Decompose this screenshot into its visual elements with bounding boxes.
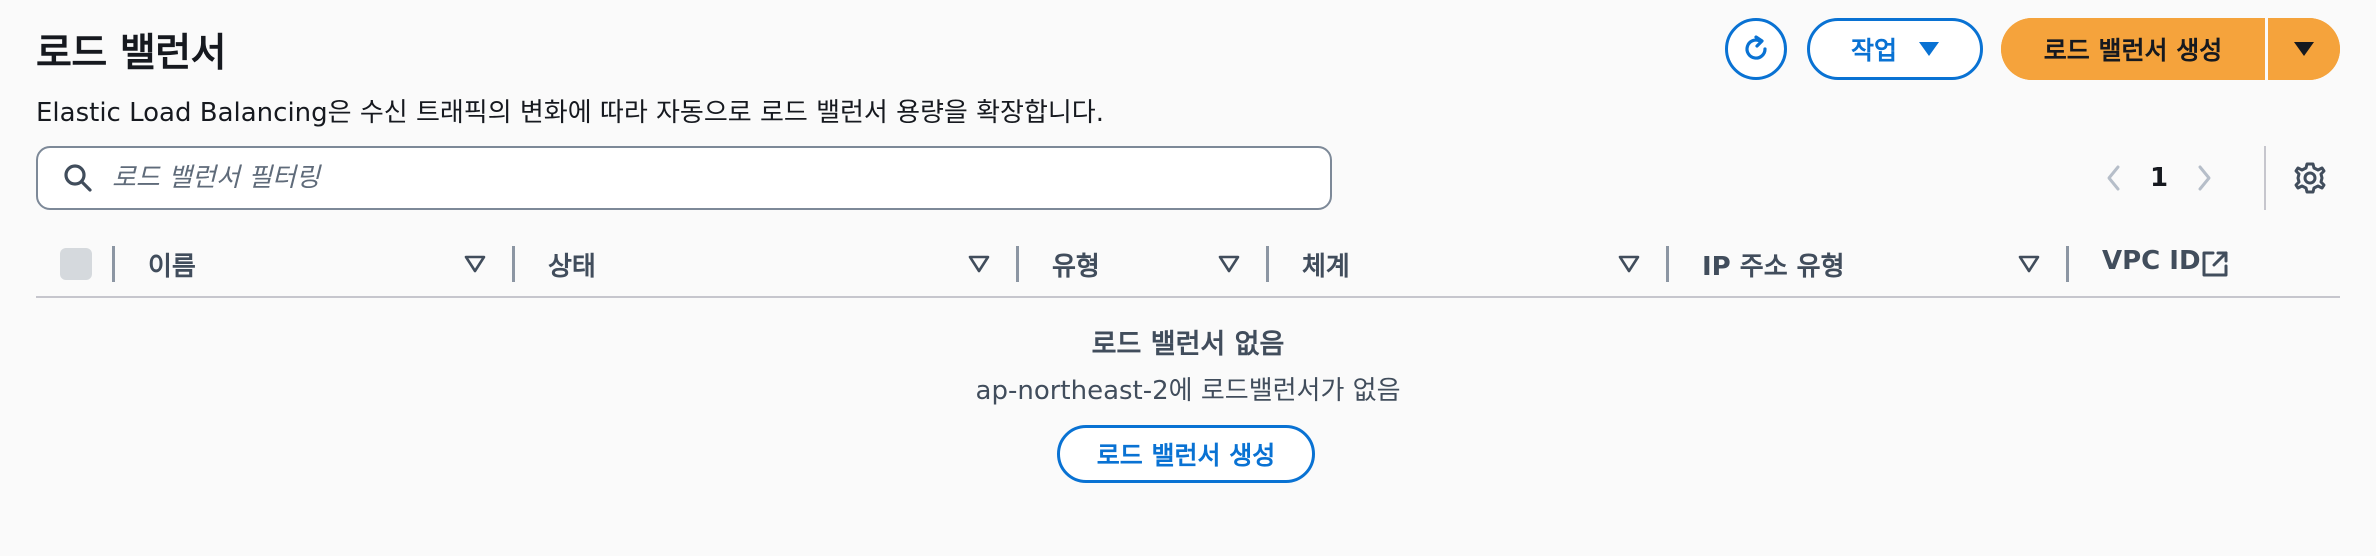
sort-caret-icon[interactable]: [1218, 254, 1240, 274]
create-split-button: 로드 밸런서 생성: [2001, 18, 2340, 80]
next-page-button[interactable]: [2184, 150, 2224, 206]
create-load-balancer-label: 로드 밸런서 생성: [2043, 36, 2223, 65]
chevron-left-icon: [2107, 165, 2120, 191]
chevron-down-icon: [1919, 42, 1939, 56]
empty-state-create-label: 로드 밸런서 생성: [1096, 441, 1276, 470]
column-divider[interactable]: [1016, 246, 1019, 282]
filter-input[interactable]: [110, 162, 1294, 194]
select-all-checkbox[interactable]: [60, 248, 92, 280]
page-title: 로드 밸런서: [36, 31, 226, 76]
header-actions: 작업 로드 밸런서 생성: [1725, 18, 2340, 80]
empty-state-create-button[interactable]: 로드 밸런서 생성: [1057, 425, 1315, 483]
sort-caret-icon[interactable]: [968, 254, 990, 274]
chevron-right-icon: [2198, 165, 2211, 191]
column-divider[interactable]: [2066, 246, 2069, 282]
column-header-scheme[interactable]: 체계: [1302, 246, 1350, 283]
column-header-state[interactable]: 상태: [548, 246, 596, 283]
create-dropdown-toggle[interactable]: [2268, 18, 2340, 80]
external-link-icon[interactable]: [2200, 249, 2230, 279]
gear-icon: [2294, 162, 2326, 194]
column-divider: [112, 246, 115, 282]
empty-state-message: ap-northeast-2에 로드밸런서가 없음: [975, 376, 1401, 406]
sort-caret-icon[interactable]: [1618, 254, 1640, 274]
search-icon: [60, 160, 96, 196]
actions-dropdown-button[interactable]: 작업: [1807, 18, 1983, 80]
actions-label: 작업: [1850, 36, 1897, 65]
create-load-balancer-button[interactable]: 로드 밸런서 생성: [2001, 18, 2265, 80]
caret-down-icon: [2294, 42, 2314, 56]
column-header-name[interactable]: 이름: [148, 246, 196, 283]
sort-caret-icon[interactable]: [464, 254, 486, 274]
pagination-divider: [2264, 146, 2266, 210]
table-header: 이름 상태 유형 체계 IP 주소 유형 VPC ID: [36, 234, 2340, 298]
refresh-button[interactable]: [1725, 18, 1787, 80]
load-balancers-page: 로드 밸런서 Elastic Load Balancing은 수신 트래픽의 변…: [0, 0, 2376, 556]
preferences-button[interactable]: [2290, 158, 2330, 198]
column-divider[interactable]: [512, 246, 515, 282]
current-page-number[interactable]: 1: [2134, 163, 2184, 193]
column-divider[interactable]: [1666, 246, 1669, 282]
refresh-icon: [1745, 35, 1767, 60]
sort-caret-icon[interactable]: [2018, 254, 2040, 274]
column-header-ip-address-type[interactable]: IP 주소 유형: [1702, 246, 1845, 283]
column-header-vpc-id[interactable]: VPC ID: [2102, 246, 2201, 276]
column-divider[interactable]: [1266, 246, 1269, 282]
previous-page-button[interactable]: [2094, 150, 2134, 206]
column-header-type[interactable]: 유형: [1052, 246, 1100, 283]
filter-search-box: [36, 146, 1332, 210]
pagination: 1: [2094, 150, 2224, 206]
page-description: Elastic Load Balancing은 수신 트래픽의 변화에 따라 자…: [36, 98, 1104, 128]
empty-state-title: 로드 밸런서 없음: [1091, 329, 1285, 360]
